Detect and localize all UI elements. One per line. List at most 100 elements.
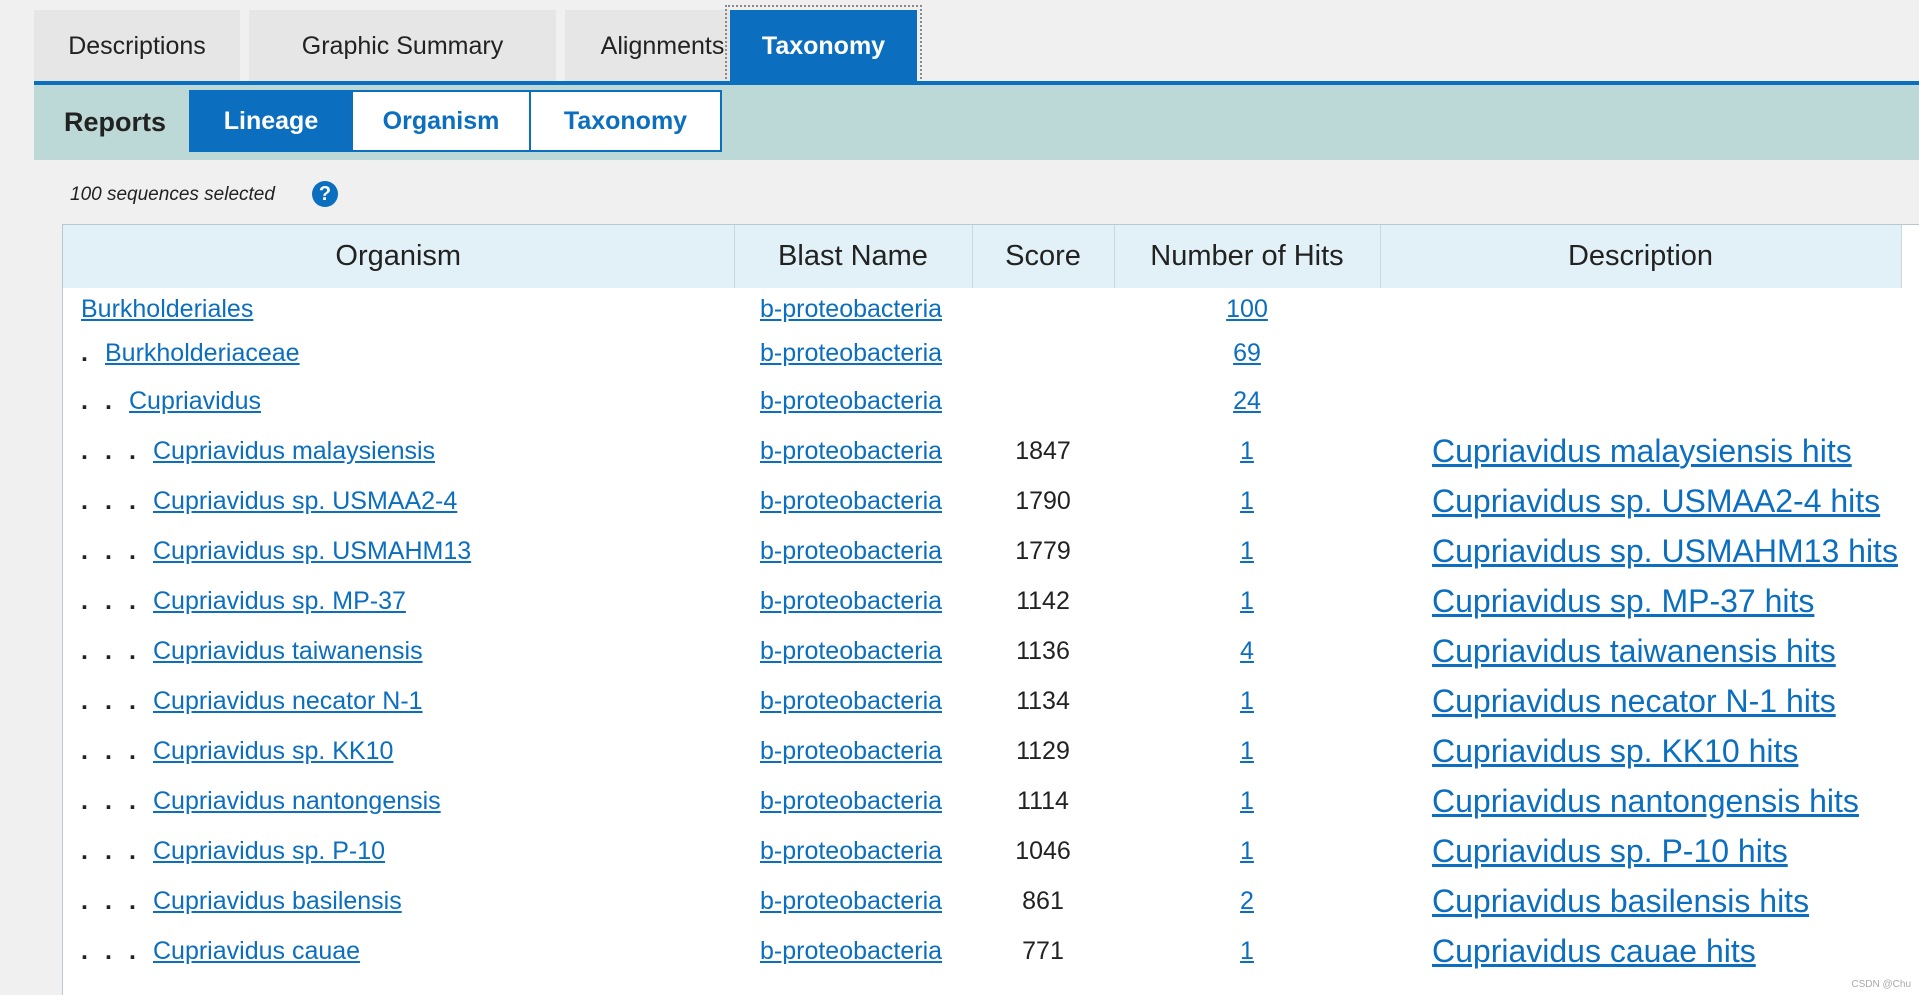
blast-name-cell: b-proteobacteria xyxy=(734,726,972,776)
column-header-number-of-hits[interactable]: Number of Hits xyxy=(1114,225,1381,288)
description-hits-link[interactable]: Cupriavidus taiwanensis hits xyxy=(1432,633,1836,669)
blast-name-link[interactable]: b-proteobacteria xyxy=(760,687,942,715)
lineage-indent-dots: ... xyxy=(81,937,153,966)
description-hits-link[interactable]: Cupriavidus sp. USMAA2-4 hits xyxy=(1432,483,1880,519)
organism-cell: ... Cupriavidus necator N-1 xyxy=(63,676,734,726)
blast-name-link[interactable]: b-proteobacteria xyxy=(760,887,942,915)
blast-name-link[interactable]: b-proteobacteria xyxy=(760,937,942,965)
hits-count-link[interactable]: 1 xyxy=(1240,537,1254,565)
blast-name-link[interactable]: b-proteobacteria xyxy=(760,339,942,367)
description-hits-link[interactable]: Cupriavidus sp. P-10 hits xyxy=(1432,833,1788,869)
lineage-table-container: Organism Blast Name Score Number of Hits… xyxy=(62,224,1919,995)
organism-link[interactable]: Burkholderiales xyxy=(81,295,253,323)
hits-count-link[interactable]: 69 xyxy=(1233,339,1261,367)
hits-count-link[interactable]: 2 xyxy=(1240,887,1254,915)
description-hits-link[interactable]: Cupriavidus necator N-1 hits xyxy=(1432,683,1836,719)
score-cell: 1046 xyxy=(1015,836,1071,865)
hits-count-link[interactable]: 1 xyxy=(1240,787,1254,815)
lineage-indent-dots: ... xyxy=(81,737,153,766)
sequences-selected-text: 100 sequences selected xyxy=(70,184,275,205)
tab-graphic-summary[interactable]: Graphic Summary xyxy=(249,10,556,82)
column-header-blast-name[interactable]: Blast Name xyxy=(734,225,973,288)
blast-name-link[interactable]: b-proteobacteria xyxy=(760,787,942,815)
description-hits-link[interactable]: Cupriavidus sp. MP-37 hits xyxy=(1432,583,1814,619)
blast-name-link[interactable]: b-proteobacteria xyxy=(760,637,942,665)
organism-report-button[interactable]: Organism xyxy=(351,90,531,152)
score-cell: 861 xyxy=(1022,886,1064,915)
organism-cell: ... Cupriavidus malaysiensis xyxy=(63,426,734,476)
column-header-description[interactable]: Description xyxy=(1380,225,1902,288)
hits-cell: 1 xyxy=(1114,776,1380,826)
description-hits-link[interactable]: Cupriavidus sp. KK10 hits xyxy=(1432,733,1798,769)
score-cell: 1779 xyxy=(1015,536,1071,565)
table-row: ... Cupriavidus malaysiensis b-proteobacte… xyxy=(63,426,1901,476)
description-hits-link[interactable]: Cupriavidus basilensis hits xyxy=(1432,883,1809,919)
description-hits-link[interactable]: Cupriavidus malaysiensis hits xyxy=(1432,433,1852,469)
organism-cell: ... Cupriavidus sp. MP-37 xyxy=(63,576,734,626)
hits-count-link[interactable]: 1 xyxy=(1240,737,1254,765)
blast-name-cell: b-proteobacteria xyxy=(734,376,972,426)
blast-name-link[interactable]: b-proteobacteria xyxy=(760,837,942,865)
indent-dot-icon: . xyxy=(105,936,112,965)
blast-name-cell: b-proteobacteria xyxy=(734,776,972,826)
hits-count-link[interactable]: 1 xyxy=(1240,587,1254,615)
lineage-table: Organism Blast Name Score Number of Hits… xyxy=(63,225,1902,976)
indent-dot-icon: . xyxy=(129,836,136,865)
hits-count-link[interactable]: 4 xyxy=(1240,637,1254,665)
hits-count-link[interactable]: 1 xyxy=(1240,687,1254,715)
organism-link[interactable]: Cupriavidus sp. MP-37 xyxy=(153,587,406,615)
description-hits-link[interactable]: Cupriavidus cauae hits xyxy=(1432,933,1756,969)
taxonomy-report-button[interactable]: Taxonomy xyxy=(529,90,722,152)
organism-link[interactable]: Cupriavidus sp. USMAHM13 xyxy=(153,537,471,565)
score-cell: 1114 xyxy=(1017,786,1069,815)
organism-link[interactable]: Cupriavidus necator N-1 xyxy=(153,687,423,715)
hits-count-link[interactable]: 1 xyxy=(1240,937,1254,965)
blast-name-link[interactable]: b-proteobacteria xyxy=(760,537,942,565)
hits-count-link[interactable]: 24 xyxy=(1233,387,1261,415)
organism-link[interactable]: Cupriavidus malaysiensis xyxy=(153,437,435,465)
indent-dot-icon: . xyxy=(81,586,88,615)
column-header-score[interactable]: Score xyxy=(972,225,1115,288)
description-cell: Cupriavidus sp. USMAHM13 hits xyxy=(1380,526,1901,576)
description-cell: Cupriavidus sp. USMAA2-4 hits xyxy=(1380,476,1901,526)
lineage-indent-dots: ... xyxy=(81,687,153,716)
indent-dot-icon: . xyxy=(129,786,136,815)
blast-name-link[interactable]: b-proteobacteria xyxy=(760,295,942,323)
organism-link[interactable]: Cupriavidus cauae xyxy=(153,937,360,965)
indent-dot-icon: . xyxy=(105,836,112,865)
table-row: ... Cupriavidus taiwanensis b-proteobacter… xyxy=(63,626,1901,676)
tab-descriptions[interactable]: Descriptions xyxy=(34,10,240,82)
score-cell: 1790 xyxy=(1015,486,1071,515)
blast-name-link[interactable]: b-proteobacteria xyxy=(760,587,942,615)
hits-count-link[interactable]: 100 xyxy=(1226,295,1268,323)
organism-cell: ... Cupriavidus nantongensis xyxy=(63,776,734,826)
organism-cell: .. Cupriavidus xyxy=(63,376,734,426)
question-circle-icon[interactable]: ? xyxy=(312,181,338,207)
hits-cell: 1 xyxy=(1114,726,1380,776)
hits-count-link[interactable]: 1 xyxy=(1240,837,1254,865)
blast-name-link[interactable]: b-proteobacteria xyxy=(760,387,942,415)
indent-dot-icon: . xyxy=(105,786,112,815)
organism-link[interactable]: Cupriavidus sp. USMAA2-4 xyxy=(153,487,457,515)
hits-count-link[interactable]: 1 xyxy=(1240,487,1254,515)
organism-link[interactable]: Cupriavidus nantongensis xyxy=(153,787,441,815)
organism-link[interactable]: Cupriavidus sp. P-10 xyxy=(153,837,385,865)
lineage-report-button[interactable]: Lineage xyxy=(189,90,353,152)
blast-name-link[interactable]: b-proteobacteria xyxy=(760,487,942,515)
description-hits-link[interactable]: Cupriavidus nantongensis hits xyxy=(1432,783,1859,819)
organism-cell: ... Cupriavidus sp. P-10 xyxy=(63,826,734,876)
organism-link[interactable]: Cupriavidus sp. KK10 xyxy=(153,737,393,765)
blast-name-link[interactable]: b-proteobacteria xyxy=(760,437,942,465)
organism-link[interactable]: Cupriavidus taiwanensis xyxy=(153,637,423,665)
hits-count-link[interactable]: 1 xyxy=(1240,437,1254,465)
column-header-organism[interactable]: Organism xyxy=(63,225,735,288)
organism-link[interactable]: Cupriavidus basilensis xyxy=(153,887,402,915)
tab-taxonomy[interactable]: Taxonomy xyxy=(725,5,922,87)
organism-link[interactable]: Burkholderiaceae xyxy=(105,339,300,367)
blast-name-cell: b-proteobacteria xyxy=(734,626,972,676)
description-hits-link[interactable]: Cupriavidus sp. USMAHM13 hits xyxy=(1432,533,1898,569)
blast-name-link[interactable]: b-proteobacteria xyxy=(760,737,942,765)
organism-link[interactable]: Cupriavidus xyxy=(129,387,261,415)
hits-cell: 24 xyxy=(1114,376,1380,426)
lineage-indent-dots: .. xyxy=(81,387,129,416)
